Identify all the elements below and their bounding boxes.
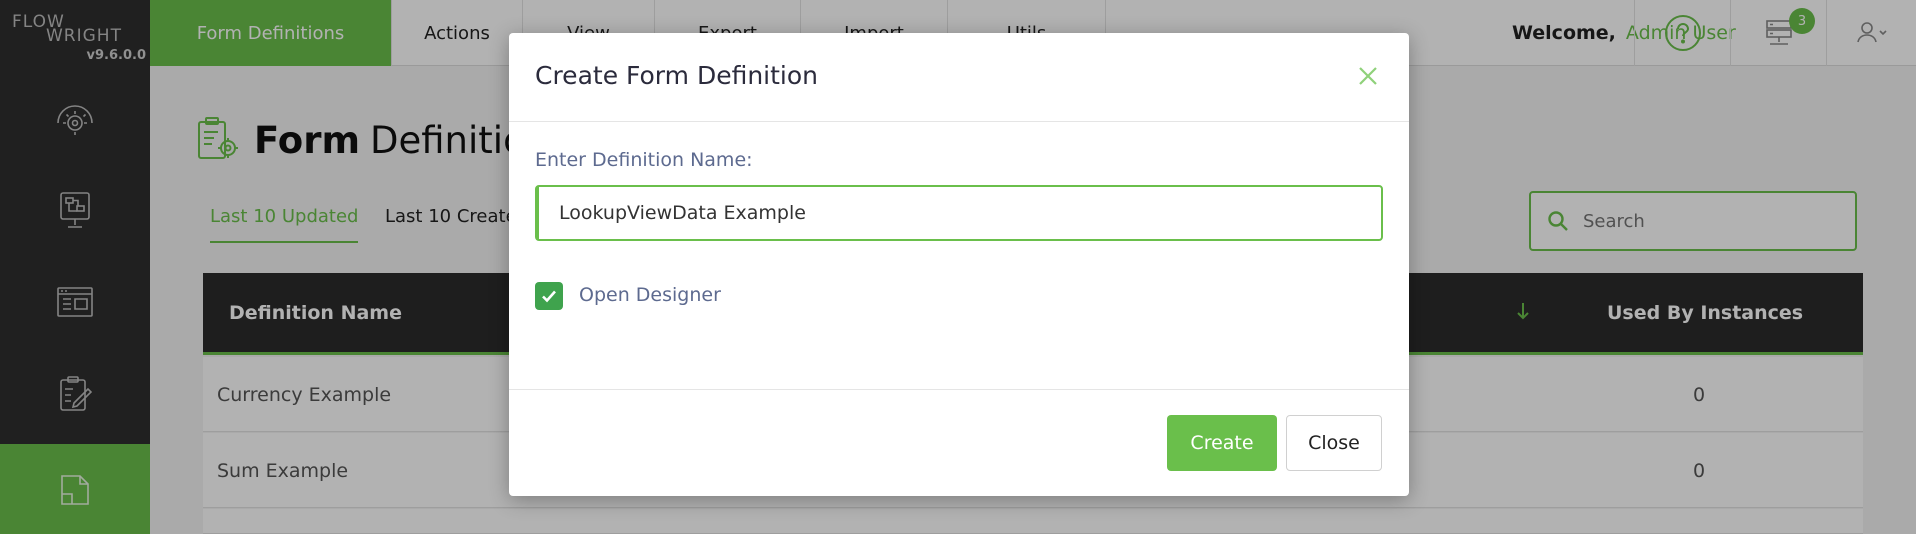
modal-header: Create Form Definition [509,33,1409,122]
close-icon[interactable] [1355,63,1381,89]
create-button[interactable]: Create [1167,415,1277,471]
modal-title: Create Form Definition [535,61,818,90]
definition-name-input[interactable] [535,185,1383,241]
modal-body: Enter Definition Name: Open Designer [509,122,1409,389]
check-icon [542,290,556,303]
close-button[interactable]: Close [1286,415,1382,471]
open-designer-checkbox[interactable] [535,282,563,310]
create-form-definition-dialog: Create Form Definition Enter Definition … [509,33,1409,496]
modal-footer: Create Close [509,389,1409,496]
open-designer-label[interactable]: Open Designer [579,284,721,306]
definition-name-label: Enter Definition Name: [535,149,753,171]
